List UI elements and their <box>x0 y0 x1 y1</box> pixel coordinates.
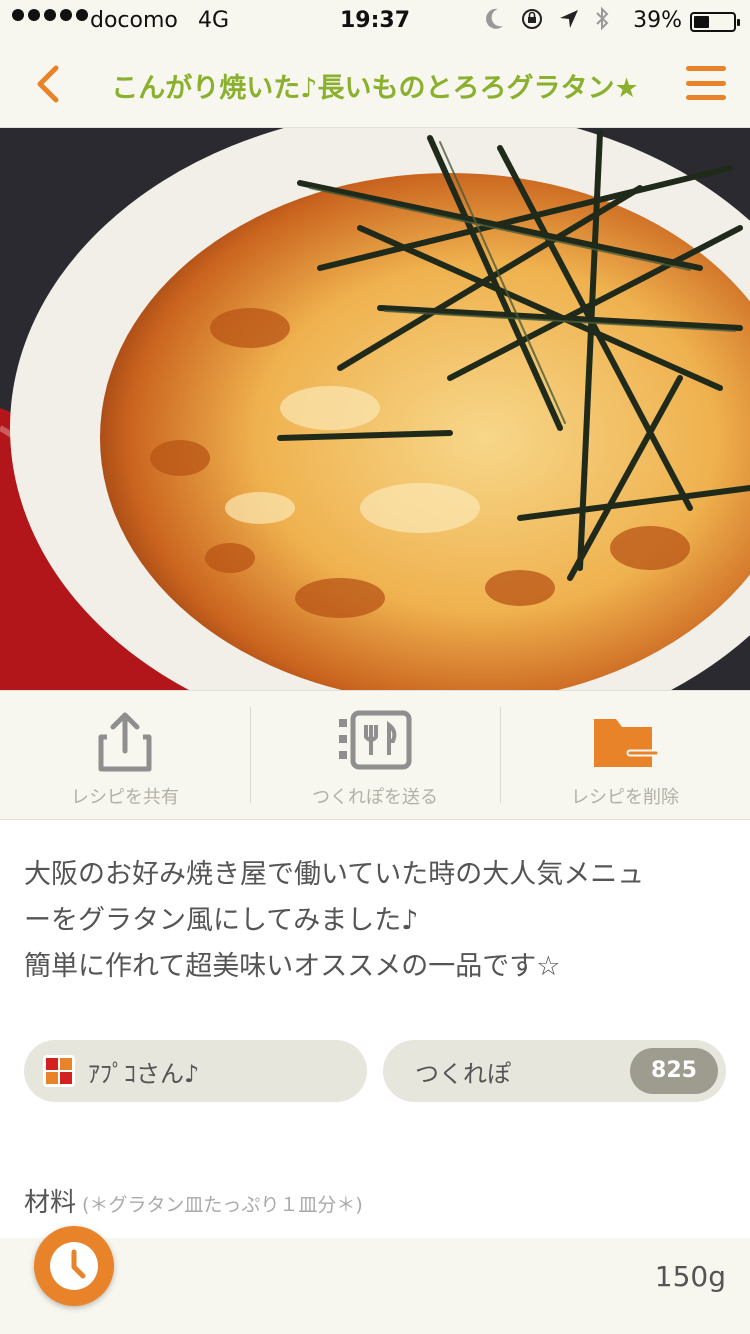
share-icon <box>98 712 152 772</box>
bluetooth-icon <box>596 6 609 31</box>
tsukurepo-button[interactable]: つくれぽ 825 <box>383 1040 726 1102</box>
ingredients-note: (＊グラタン皿たっぷり１皿分＊) <box>82 1194 363 1216</box>
author-avatar-icon <box>43 1055 75 1087</box>
share-recipe-label: レシピを共有 <box>71 787 179 808</box>
action-bar: レシピを共有 つくれぽを送る レシピを削除 <box>0 690 750 820</box>
description-line: ーをグラタン風にしてみました♪ <box>24 905 419 936</box>
status-bar: docomo 4G 19:37 39% <box>0 0 750 42</box>
navigation-bar: こんがり焼いた♪長いものとろろグラタン★ <box>0 42 750 128</box>
moon-icon <box>486 8 503 29</box>
recipe-photo <box>0 128 750 690</box>
battery-percentage: 39% <box>633 8 682 33</box>
send-tsukurepo-button[interactable]: つくれぽを送る <box>250 691 500 819</box>
author-button[interactable]: ｱﾌﾟｺさん♪ <box>24 1040 367 1102</box>
delete-recipe-button[interactable]: レシピを削除 <box>500 691 750 819</box>
clock-icon <box>50 1242 98 1290</box>
ingredients-heading: 材料 (＊グラタン皿たっぷり１皿分＊) <box>24 1182 363 1219</box>
hamburger-icon[interactable] <box>686 66 726 100</box>
delete-recipe-label: レシピを削除 <box>571 787 679 808</box>
ingredients-title: 材料 <box>24 1188 77 1218</box>
tsukurepo-label: つくれぽ <box>415 1060 511 1088</box>
author-name: ｱﾌﾟｺさん♪ <box>88 1060 200 1088</box>
timer-button[interactable] <box>34 1226 114 1306</box>
rotation-lock-icon <box>522 9 542 29</box>
share-recipe-button[interactable]: レシピを共有 <box>0 691 250 819</box>
recipe-description: 大阪のお好み焼き屋で働いていた時の大人気メニュ ーをグラタン風にしてみました♪ … <box>24 852 724 990</box>
description-line: 大阪のお好み焼き屋で働いていた時の大人気メニュ <box>24 859 645 890</box>
tsukurepo-icon <box>339 710 412 770</box>
ingredient-amount: 150g <box>654 1260 726 1293</box>
folder-delete-icon <box>594 719 660 767</box>
description-line: 簡単に作れて超美味いオススメの一品です☆ <box>24 951 561 982</box>
location-icon <box>560 10 578 28</box>
battery-icon <box>690 12 740 32</box>
page-title: こんがり焼いた♪長いものとろろグラタン★ <box>111 73 639 104</box>
ingredient-row: 150g <box>0 1238 750 1334</box>
tsukurepo-count-badge: 825 <box>630 1048 718 1094</box>
chevron-left-icon[interactable] <box>30 62 70 106</box>
send-tsukurepo-label: つくれぽを送る <box>312 787 438 808</box>
